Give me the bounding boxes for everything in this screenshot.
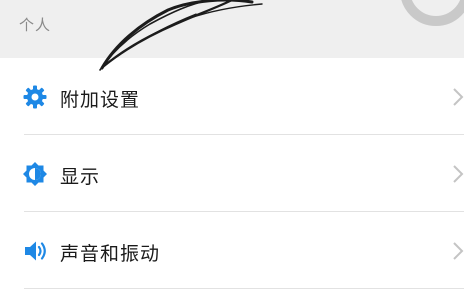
section-title: 个人 xyxy=(19,16,52,34)
chevron-right-icon xyxy=(452,86,464,108)
speaker-icon xyxy=(22,238,48,264)
settings-item-label: 显示 xyxy=(60,166,101,188)
section-header: 个人 xyxy=(0,0,464,58)
settings-page: 个人 附加设置 显示 声音和振动 xyxy=(0,0,464,290)
settings-list: 附加设置 显示 声音和振动 xyxy=(0,58,464,289)
settings-item-additional-settings[interactable]: 附加设置 xyxy=(0,58,464,135)
chevron-right-icon xyxy=(452,163,464,185)
divider xyxy=(24,288,464,289)
settings-item-sound-vibration[interactable]: 声音和振动 xyxy=(0,212,464,289)
chevron-right-icon xyxy=(452,240,464,262)
gear-icon xyxy=(22,84,48,110)
settings-item-label: 附加设置 xyxy=(60,89,141,111)
settings-item-display[interactable]: 显示 xyxy=(0,135,464,212)
brightness-icon xyxy=(22,161,48,187)
circle-decoration xyxy=(400,0,464,26)
settings-item-label: 声音和振动 xyxy=(60,243,161,265)
